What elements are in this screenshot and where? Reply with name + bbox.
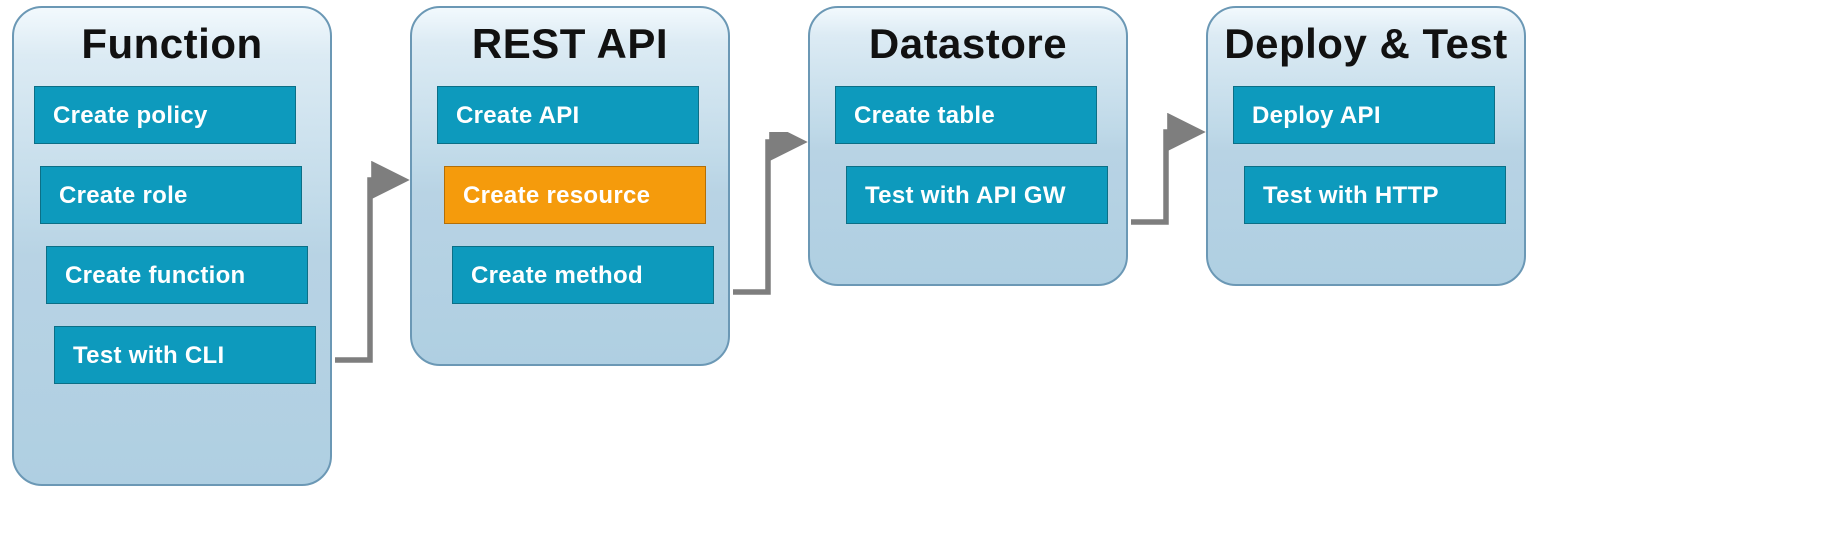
stage-title: Deploy & Test bbox=[1208, 20, 1524, 68]
step-create-table: Create table bbox=[835, 86, 1097, 144]
stage-title: Function bbox=[14, 20, 330, 68]
step-create-api: Create API bbox=[437, 86, 699, 144]
step-test-with-api-gw: Test with API GW bbox=[846, 166, 1108, 224]
step-deploy-api: Deploy API bbox=[1233, 86, 1495, 144]
arrow-datastore-to-deploy bbox=[1128, 112, 1208, 252]
step-test-with-cli: Test with CLI bbox=[54, 326, 316, 384]
step-create-function: Create function bbox=[46, 246, 308, 304]
step-create-method: Create method bbox=[452, 246, 714, 304]
stage-datastore: Datastore Create table Test with API GW bbox=[808, 6, 1128, 286]
step-test-with-http: Test with HTTP bbox=[1244, 166, 1506, 224]
stage-title: REST API bbox=[412, 20, 728, 68]
stage-rest-api: REST API Create API Create resource Crea… bbox=[410, 6, 730, 366]
arrow-function-to-restapi bbox=[332, 150, 412, 370]
step-create-policy: Create policy bbox=[34, 86, 296, 144]
stage-deploy-test: Deploy & Test Deploy API Test with HTTP bbox=[1206, 6, 1526, 286]
stage-title: Datastore bbox=[810, 20, 1126, 68]
step-create-role: Create role bbox=[40, 166, 302, 224]
arrow-restapi-to-datastore bbox=[730, 132, 810, 312]
stage-function: Function Create policy Create role Creat… bbox=[12, 6, 332, 486]
workflow-diagram: Function Create policy Create role Creat… bbox=[0, 0, 1828, 550]
step-create-resource: Create resource bbox=[444, 166, 706, 224]
